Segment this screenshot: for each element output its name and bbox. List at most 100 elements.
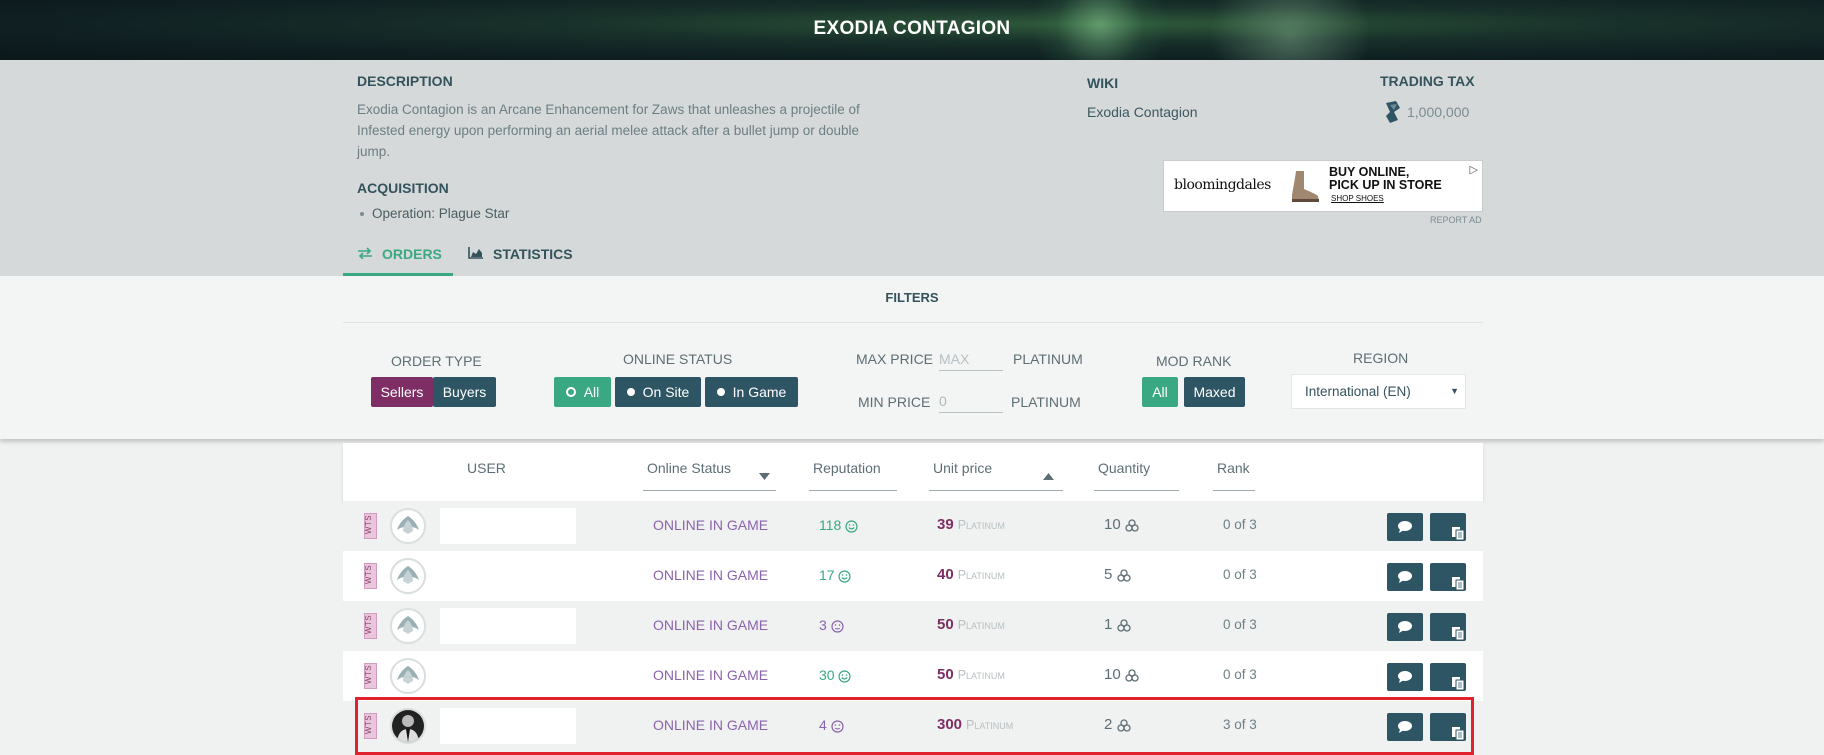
min-price-unit: PLATINUM: [1011, 394, 1081, 410]
user-name[interactable]: [440, 558, 576, 594]
sellers-button[interactable]: Sellers: [371, 377, 433, 407]
wts-badge-label: WTS: [364, 714, 374, 735]
trading-tax-value: 1,000,000: [1382, 100, 1469, 127]
reputation-value: 4: [819, 717, 827, 733]
wts-badge-label: WTS: [364, 664, 374, 685]
wts-badge: WTS: [364, 663, 377, 689]
max-price-input[interactable]: [939, 348, 1003, 371]
quantity-cell: 1: [1104, 616, 1131, 633]
status-all-label: All: [583, 384, 600, 400]
copy-button[interactable]: [1430, 613, 1466, 641]
chat-button[interactable]: [1387, 563, 1423, 591]
acquisition-item: Operation: Plague Star: [360, 206, 509, 221]
page-title: EXODIA CONTAGION: [813, 18, 1011, 39]
ducats-icon: [1116, 566, 1131, 583]
unit-price-column-header[interactable]: Unit price: [933, 460, 992, 476]
quantity-cell: 2: [1104, 716, 1131, 733]
sort-asc-icon[interactable]: [1043, 465, 1054, 484]
quantity-value: 5: [1104, 566, 1113, 583]
wts-badge: WTS: [364, 713, 377, 739]
avatar[interactable]: [390, 608, 426, 644]
unit-price-value: 39: [937, 516, 954, 533]
ad-cta-link[interactable]: SHOP SHOES: [1331, 194, 1384, 203]
neutral-face-icon: [831, 617, 844, 633]
unit-price-value: 50: [937, 666, 954, 683]
ducats-icon: [1116, 616, 1131, 633]
copy-button[interactable]: [1430, 513, 1466, 541]
copy-button[interactable]: [1430, 563, 1466, 591]
chat-button[interactable]: [1387, 713, 1423, 741]
rank-cell: 0 of 3: [1223, 667, 1257, 682]
unit-price-cell: 300 Platinum: [937, 716, 1013, 733]
wts-badge-label: WTS: [364, 514, 374, 535]
rank-cell: 0 of 3: [1223, 617, 1257, 632]
avatar[interactable]: [390, 558, 426, 594]
user-name[interactable]: [440, 508, 576, 544]
table-row: WTS ONLINE IN GAME 4 300 Platinum 2 3 of …: [343, 701, 1483, 751]
happy-face-icon: [838, 567, 852, 583]
report-ad-link[interactable]: REPORT AD: [1430, 215, 1482, 225]
sort-desc-icon[interactable]: [759, 465, 770, 484]
avatar[interactable]: [390, 508, 426, 544]
wts-badge: WTS: [364, 613, 377, 639]
user-column-header: USER: [467, 460, 506, 476]
region-select[interactable]: International (EN) ▼: [1291, 374, 1466, 409]
swap-arrows-icon: [357, 246, 373, 262]
trading-tax-amount: 1,000,000: [1407, 104, 1470, 121]
user-name[interactable]: [440, 658, 576, 694]
user-name[interactable]: [440, 608, 576, 644]
buyers-button[interactable]: Buyers: [433, 377, 496, 407]
status-all-button[interactable]: All: [554, 377, 611, 407]
online-status-cell: ONLINE IN GAME: [653, 667, 769, 683]
unit-price-value: 40: [937, 566, 954, 583]
tab-statistics[interactable]: STATISTICS: [468, 246, 573, 262]
avatar[interactable]: [390, 708, 426, 744]
area-chart-icon: [468, 246, 484, 262]
order-type-label: ORDER TYPE: [391, 353, 482, 369]
max-price-unit: PLATINUM: [1013, 351, 1083, 367]
quantity-cell: 10: [1104, 666, 1139, 683]
acquisition-heading: ACQUISITION: [357, 180, 449, 196]
chat-button[interactable]: [1387, 663, 1423, 691]
tab-orders[interactable]: ORDERS: [357, 246, 442, 262]
item-info-section: [0, 60, 1824, 276]
copy-button[interactable]: [1430, 713, 1466, 741]
wts-badge: WTS: [364, 563, 377, 589]
chat-button[interactable]: [1387, 513, 1423, 541]
wts-badge-label: WTS: [364, 564, 374, 585]
ad-headline: BUY ONLINE, PICK UP IN STORE: [1329, 166, 1442, 192]
user-name[interactable]: [440, 708, 576, 744]
rank-column-header[interactable]: Rank: [1217, 460, 1250, 476]
status-on-site-button[interactable]: On Site: [615, 377, 701, 407]
mod-rank-all-button[interactable]: All: [1142, 377, 1178, 407]
online-status-cell: ONLINE IN GAME: [653, 567, 769, 583]
radio-icon: [626, 388, 635, 397]
ad-headline-line-2: PICK UP IN STORE: [1329, 178, 1442, 192]
mod-rank-label: MOD RANK: [1156, 353, 1232, 369]
happy-face-icon: [838, 667, 852, 683]
ad-choices-icon[interactable]: ▷: [1470, 163, 1478, 176]
price-unit: Platinum: [957, 618, 1005, 632]
chat-button[interactable]: [1387, 613, 1423, 641]
description-heading: DESCRIPTION: [357, 73, 453, 89]
copy-button[interactable]: [1430, 663, 1466, 691]
filters-title: FILTERS: [885, 290, 939, 305]
quantity-cell: 5: [1104, 566, 1131, 583]
mod-rank-maxed-button[interactable]: Maxed: [1184, 377, 1245, 407]
avatar[interactable]: [390, 658, 426, 694]
reputation-cell: 118: [819, 517, 858, 533]
online-status-label: ONLINE STATUS: [623, 351, 733, 367]
online-status-column-header[interactable]: Online Status: [647, 460, 731, 476]
advertisement[interactable]: bloomingdales BUY ONLINE, PICK UP IN STO…: [1163, 160, 1483, 212]
reputation-column-header[interactable]: Reputation: [813, 460, 881, 476]
tab-statistics-label: STATISTICS: [493, 246, 573, 262]
quantity-value: 10: [1104, 666, 1121, 683]
status-in-game-button[interactable]: In Game: [705, 377, 798, 407]
ducats-icon: [1125, 516, 1139, 533]
wiki-link[interactable]: Exodia Contagion: [1087, 104, 1198, 120]
online-status-cell: ONLINE IN GAME: [653, 517, 769, 533]
price-unit: Platinum: [957, 518, 1005, 532]
table-row: WTS ONLINE IN GAME 17 40 Platinum 5 0 of …: [343, 551, 1483, 601]
quantity-column-header[interactable]: Quantity: [1098, 460, 1150, 476]
min-price-input[interactable]: [939, 390, 1003, 413]
